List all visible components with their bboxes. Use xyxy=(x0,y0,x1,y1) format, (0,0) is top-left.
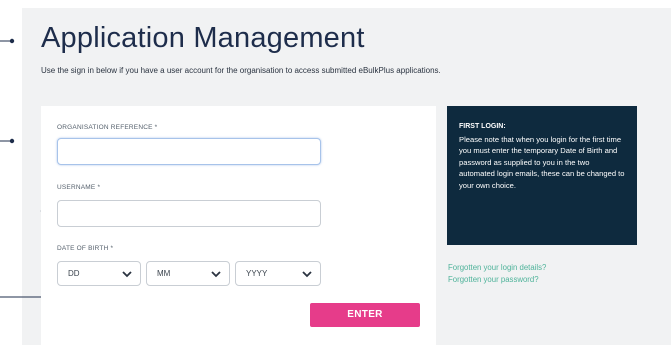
username-input[interactable] xyxy=(57,200,321,227)
dob-month-select[interactable]: MM xyxy=(146,261,230,286)
dob-year-value: YYYY xyxy=(246,269,268,278)
chevron-down-icon xyxy=(211,271,221,278)
dob-month-value: MM xyxy=(157,269,171,278)
chevron-down-icon xyxy=(122,271,132,278)
dob-day-value: DD xyxy=(68,269,80,278)
username-label: USERNAME * xyxy=(57,184,101,191)
dob-year-select[interactable]: YYYY xyxy=(235,261,321,286)
first-login-info-box: FIRST LOGIN: Please note that when you l… xyxy=(447,106,637,245)
page-subtitle: Use the sign in below if you have a user… xyxy=(41,66,441,75)
first-login-heading: FIRST LOGIN: xyxy=(459,123,506,130)
page-title: Application Management xyxy=(41,22,365,54)
chevron-down-icon xyxy=(302,271,312,278)
enter-button[interactable]: ENTER xyxy=(310,303,420,327)
forgot-password-link[interactable]: Forgotten your password? xyxy=(448,275,539,284)
first-login-text: Please note that when you login for the … xyxy=(459,135,625,190)
org-reference-label: ORGANISATION REFERENCE * xyxy=(57,124,158,131)
forgot-login-link[interactable]: Forgotten your login details? xyxy=(448,263,546,272)
org-reference-input[interactable] xyxy=(57,138,321,165)
date-of-birth-label: DATE OF BIRTH * xyxy=(57,245,114,252)
dob-day-select[interactable]: DD xyxy=(57,261,141,286)
